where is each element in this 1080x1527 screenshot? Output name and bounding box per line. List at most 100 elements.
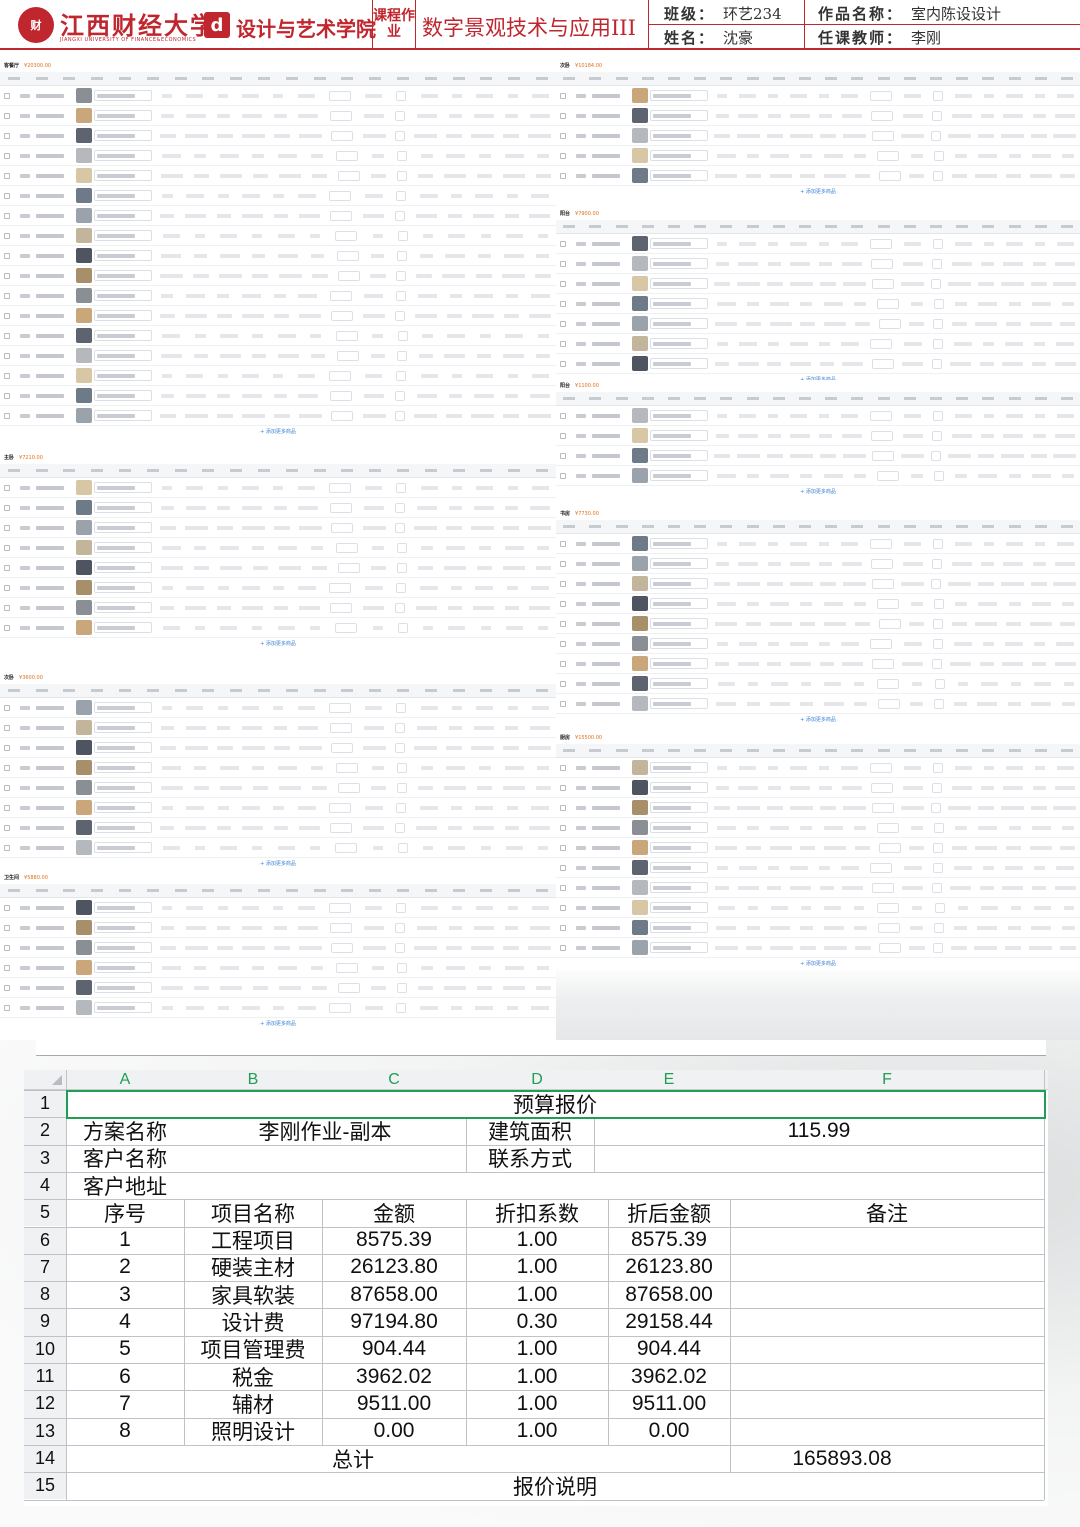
table-row[interactable] [0,578,556,598]
row-checkbox[interactable] [556,320,570,327]
row-checkbox[interactable] [0,132,14,139]
row-checkbox[interactable] [0,804,14,811]
row-checkbox[interactable] [556,240,570,247]
table-row[interactable] [0,106,556,126]
column-header-f[interactable]: F [730,1070,1044,1090]
row-checkbox[interactable] [0,152,14,159]
product-name-field[interactable] [650,578,708,589]
product-name-field[interactable] [94,622,152,633]
row-checkbox[interactable] [0,744,14,751]
row-checkbox[interactable] [0,944,14,951]
product-name-field[interactable] [94,210,152,221]
row-checkbox[interactable] [0,564,14,571]
table-row[interactable] [0,598,556,618]
row-checkbox[interactable] [0,624,14,631]
row-checkbox[interactable] [0,784,14,791]
row-checkbox[interactable] [556,432,570,439]
column-header-d[interactable]: D [466,1070,608,1090]
table-row[interactable] [0,538,556,558]
product-name-field[interactable] [650,238,708,249]
add-product-link[interactable]: + 添加更多商品 [556,714,1080,726]
table-row[interactable] [0,286,556,306]
product-name-field[interactable] [94,982,152,993]
table-row[interactable] [0,958,556,978]
row-header[interactable]: 7 [24,1253,66,1282]
product-name-field[interactable] [650,170,708,181]
row-checkbox[interactable] [0,412,14,419]
product-name-field[interactable] [650,902,708,913]
table-row[interactable] [0,206,556,226]
product-name-field[interactable] [650,842,708,853]
table-row[interactable] [556,574,1080,594]
product-name-field[interactable] [650,862,708,873]
table-row[interactable] [0,838,556,858]
table-row[interactable] [0,146,556,166]
table-row[interactable] [0,718,556,738]
row-checkbox[interactable] [0,272,14,279]
table-row[interactable] [556,694,1080,714]
product-name-field[interactable] [650,538,708,549]
product-name-field[interactable] [94,782,152,793]
product-name-field[interactable] [650,598,708,609]
add-product-link[interactable]: + 添加更多商品 [0,638,556,650]
row-checkbox[interactable] [0,764,14,771]
row-checkbox[interactable] [556,112,570,119]
row-checkbox[interactable] [556,260,570,267]
row-checkbox[interactable] [556,172,570,179]
table-row[interactable] [0,978,556,998]
product-name-field[interactable] [650,782,708,793]
row-checkbox[interactable] [556,680,570,687]
row-header[interactable]: 2 [24,1117,66,1145]
product-name-field[interactable] [650,658,708,669]
row-checkbox[interactable] [0,332,14,339]
table-row[interactable] [556,838,1080,858]
table-row[interactable] [556,798,1080,818]
product-name-field[interactable] [650,678,708,689]
row-checkbox[interactable] [556,884,570,891]
table-row[interactable] [0,498,556,518]
table-row[interactable] [0,738,556,758]
row-checkbox[interactable] [0,484,14,491]
table-row[interactable] [556,254,1080,274]
add-product-link[interactable]: + 添加更多商品 [556,186,1080,198]
row-header[interactable]: 13 [24,1417,66,1445]
row-checkbox[interactable] [556,92,570,99]
row-checkbox[interactable] [0,504,14,511]
row-checkbox[interactable] [556,904,570,911]
table-row[interactable] [0,186,556,206]
product-name-field[interactable] [650,430,708,441]
table-row[interactable] [556,938,1080,958]
product-name-field[interactable] [94,390,152,401]
table-row[interactable] [556,858,1080,878]
row-checkbox[interactable] [0,112,14,119]
table-row[interactable] [0,126,556,146]
table-row[interactable] [556,466,1080,486]
table-row[interactable] [0,266,556,286]
table-row[interactable] [556,126,1080,146]
row-checkbox[interactable] [556,452,570,459]
table-row[interactable] [0,306,556,326]
row-checkbox[interactable] [556,300,570,307]
product-name-field[interactable] [650,90,708,101]
product-name-field[interactable] [94,942,152,953]
table-row[interactable] [0,346,556,366]
table-row[interactable] [0,86,556,106]
table-row[interactable] [556,446,1080,466]
table-row[interactable] [556,878,1080,898]
table-row[interactable] [556,234,1080,254]
row-checkbox[interactable] [556,600,570,607]
product-name-field[interactable] [94,370,152,381]
table-row[interactable] [0,558,556,578]
row-checkbox[interactable] [556,280,570,287]
product-name-field[interactable] [94,190,152,201]
table-row[interactable] [556,354,1080,374]
row-checkbox[interactable] [0,964,14,971]
row-checkbox[interactable] [0,984,14,991]
row-checkbox[interactable] [556,784,570,791]
table-row[interactable] [556,106,1080,126]
table-row[interactable] [0,406,556,426]
table-row[interactable] [556,334,1080,354]
product-name-field[interactable] [650,110,708,121]
product-name-field[interactable] [650,882,708,893]
product-name-field[interactable] [94,822,152,833]
